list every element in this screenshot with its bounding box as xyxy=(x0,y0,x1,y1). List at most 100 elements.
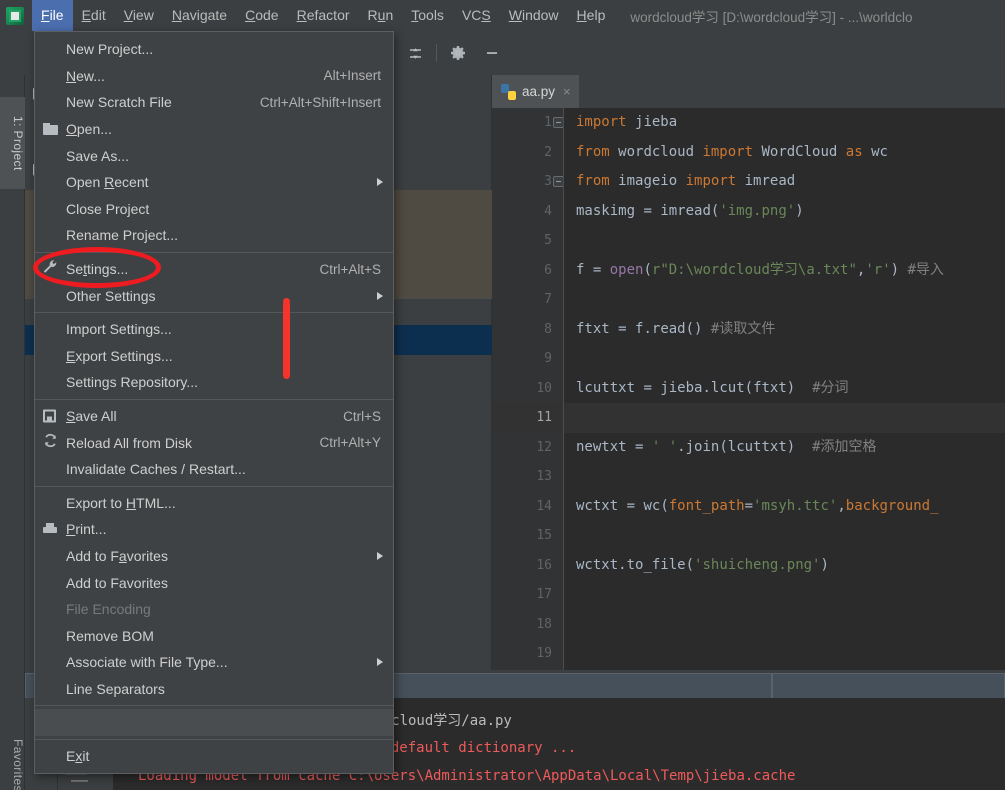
print-icon xyxy=(43,523,57,535)
menu-item-import-settings[interactable]: Import Settings... xyxy=(35,316,393,343)
menu-item-remove-bom: File Encoding xyxy=(35,596,393,623)
menu-item-label: Settings Repository... xyxy=(66,374,199,391)
menu-item-label: Add to Favorites xyxy=(66,547,168,564)
line-number: 17 xyxy=(536,587,552,602)
menu-item-rename-project[interactable]: Rename Project... xyxy=(35,222,393,249)
menubar-item-tools[interactable]: Tools xyxy=(402,0,453,31)
menubar-item-file[interactable]: File xyxy=(32,0,73,31)
code-content[interactable]: import jieba from wordcloud import WordC… xyxy=(564,108,1005,670)
menubar-item-code[interactable]: Code xyxy=(236,0,287,31)
menu-item-new-project[interactable]: New Project... xyxy=(35,36,393,63)
run-tab-secondary[interactable] xyxy=(772,673,1005,698)
gear-icon[interactable] xyxy=(445,40,471,66)
menu-item-export-to-html[interactable]: Export to HTML... xyxy=(35,490,393,517)
menubar-item-edit[interactable]: Edit xyxy=(73,0,115,31)
code-line-14: wctxt = wc(font_path='msyh.ttc',backgrou… xyxy=(576,497,939,514)
menu-item-shortcut: Ctrl+Alt+S xyxy=(319,261,381,277)
menu-separator xyxy=(35,311,393,313)
menu-item-save-as[interactable]: Save As... xyxy=(35,142,393,169)
menu-item-export-settings[interactable]: Export Settings... xyxy=(35,343,393,370)
line-number: 5 xyxy=(544,233,552,248)
menu-item-label: Invalidate Caches / Restart... xyxy=(66,461,246,478)
close-icon[interactable]: × xyxy=(563,84,571,99)
code-line-6: f = open(r"D:\wordcloud学习\a.txt",'r') #导… xyxy=(576,261,944,278)
current-line-highlight xyxy=(564,403,1005,433)
menu-separator xyxy=(35,705,393,707)
submenu-arrow-icon xyxy=(377,551,383,560)
menubar-item-window[interactable]: Window xyxy=(500,0,568,31)
menu-item-add-to-favorites[interactable]: Add to Favorites xyxy=(35,543,393,570)
wrench-icon xyxy=(43,260,58,279)
menu-item-label: Import Settings... xyxy=(66,321,172,338)
menu-item-line-separators[interactable]: Associate with File Type... xyxy=(35,649,393,676)
editor-tab-label: aa.py xyxy=(522,84,556,99)
menu-item-associate-with-file-type[interactable]: Remove BOM xyxy=(35,622,393,649)
menu-item-settings[interactable]: Settings... Ctrl+Alt+S xyxy=(35,256,393,283)
submenu-arrow-icon xyxy=(377,291,383,300)
menu-item-label: Settings... xyxy=(66,261,129,278)
menu-item-label: Export to HTML... xyxy=(66,494,176,511)
collapse-all-icon[interactable] xyxy=(402,40,428,66)
line-number: 18 xyxy=(536,616,552,632)
code-line-3: from imageio import imread xyxy=(576,173,796,189)
menubar-item-vcs[interactable]: VCS xyxy=(453,0,500,31)
menu-item-label: Close Project xyxy=(66,200,150,217)
python-file-icon xyxy=(501,83,516,100)
menu-item-label: File Encoding xyxy=(66,601,151,618)
menu-item-make-file-read-only[interactable]: Line Separators xyxy=(35,676,393,703)
menu-item-invalidate-caches-restart[interactable]: Invalidate Caches / Restart... xyxy=(35,456,393,483)
sidebar-tab-favorites[interactable]: Favorites xyxy=(0,725,25,790)
line-number: 6 xyxy=(544,262,552,278)
menu-item-open-recent[interactable]: Open Recent xyxy=(35,169,393,196)
menubar-item-view[interactable]: View xyxy=(115,0,163,31)
menu-item-label: Remove BOM xyxy=(66,627,154,644)
menu-item-other-settings[interactable]: Other Settings xyxy=(35,282,393,309)
menu-item-label: Save As... xyxy=(66,147,130,164)
menu-item-new[interactable]: New... Alt+Insert xyxy=(35,63,393,90)
line-number: 9 xyxy=(544,351,552,366)
menu-item-open[interactable]: Open... xyxy=(35,116,393,143)
code-line-2: from wordcloud import WordCloud as wc xyxy=(576,143,888,160)
menu-item-label: Other Settings xyxy=(66,287,156,304)
code-line-16: wctxt.to_file('shuicheng.png') xyxy=(576,556,829,573)
menu-item-file-encoding[interactable]: Add to Favorites xyxy=(35,569,393,596)
submenu-arrow-icon xyxy=(377,658,383,667)
menu-item-label: Associate with File Type... xyxy=(66,654,228,671)
menu-item-label: Save All xyxy=(66,408,117,425)
line-number: 4 xyxy=(544,203,552,219)
editor-tab-aa-py[interactable]: aa.py × xyxy=(492,75,579,108)
menu-item-new-scratch-file[interactable]: New Scratch File Ctrl+Alt+Shift+Insert xyxy=(35,89,393,116)
code-line-12: newtxt = ' '.join(lcuttxt) #添加空格 xyxy=(576,438,877,455)
menu-item-print[interactable]: Print... xyxy=(35,516,393,543)
menubar-item-refactor[interactable]: Refactor xyxy=(288,0,359,31)
code-line-10: lcuttxt = jieba.lcut(ftxt) #分词 xyxy=(576,379,849,396)
menu-item-exit[interactable]: Exit xyxy=(35,743,393,770)
menu-item-close-project[interactable]: Close Project xyxy=(35,196,393,223)
line-number-current: 11 xyxy=(536,410,552,425)
menu-item-save-all[interactable]: Save All Ctrl+S xyxy=(35,403,393,430)
code-line-1: import jieba xyxy=(576,114,678,130)
minimize-icon[interactable] xyxy=(479,40,505,66)
menu-item-label: Export Settings... xyxy=(66,347,173,364)
editor-gutter: 1 2 3 4 5 6 7 8 9 10 11 12 13 14 15 16 1… xyxy=(492,108,564,670)
line-number: 7 xyxy=(544,292,552,307)
file-menu-popup[interactable]: New Project... New... Alt+Insert New Scr… xyxy=(34,31,394,775)
menu-item-label: New Scratch File xyxy=(66,94,172,111)
pycharm-window: File Edit View Navigate Code Refactor Ru… xyxy=(0,0,1005,790)
code-line-8: ftxt = f.read() #读取文件 xyxy=(576,320,776,337)
line-number: 13 xyxy=(536,469,552,484)
menu-separator xyxy=(35,398,393,400)
menubar-item-help[interactable]: Help xyxy=(568,0,615,31)
pycharm-logo-icon xyxy=(6,6,24,25)
menubar-item-navigate[interactable]: Navigate xyxy=(163,0,236,31)
sidebar-tab-project[interactable]: 1: Project xyxy=(0,97,25,189)
menu-item-power-save-mode[interactable] xyxy=(35,709,393,736)
menu-item-shortcut: Ctrl+S xyxy=(343,408,381,424)
editor-tab-strip: aa.py × xyxy=(492,75,1005,108)
menu-item-reload-all-from-disk[interactable]: Reload All from Disk Ctrl+Alt+Y xyxy=(35,429,393,456)
menu-item-label: New Project... xyxy=(66,41,154,58)
menubar-item-run[interactable]: Run xyxy=(359,0,403,31)
save-icon xyxy=(43,409,56,423)
menu-item-label: Add to Favorites xyxy=(66,574,168,591)
menu-item-settings-repository[interactable]: Settings Repository... xyxy=(35,369,393,396)
